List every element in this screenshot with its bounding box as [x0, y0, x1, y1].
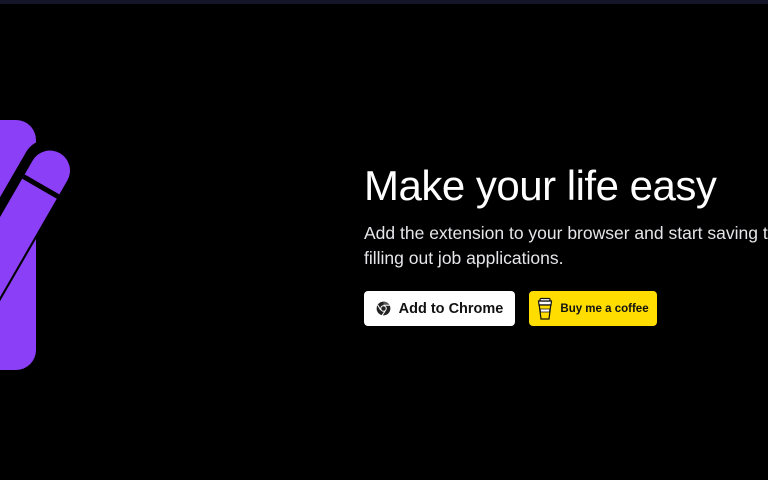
hero-content: Make your life easy Add the extension to… — [364, 160, 768, 271]
hero-subtitle: Add the extension to your browser and st… — [364, 223, 768, 268]
add-to-chrome-button[interactable]: Add to Chrome — [364, 291, 515, 326]
add-to-chrome-label: Add to Chrome — [398, 300, 504, 317]
chrome-icon — [376, 301, 391, 316]
hero-actions: Add to Chrome Buy me a coffee — [364, 291, 657, 326]
buy-me-a-coffee-button[interactable]: Buy me a coffee — [529, 291, 657, 326]
page-title: Make your life easy — [364, 162, 717, 209]
hero-logo — [0, 0, 120, 480]
buy-me-a-coffee-label: Buy me a coffee — [560, 302, 649, 315]
pencil-icon — [0, 120, 75, 370]
coffee-cup-icon — [537, 297, 553, 321]
